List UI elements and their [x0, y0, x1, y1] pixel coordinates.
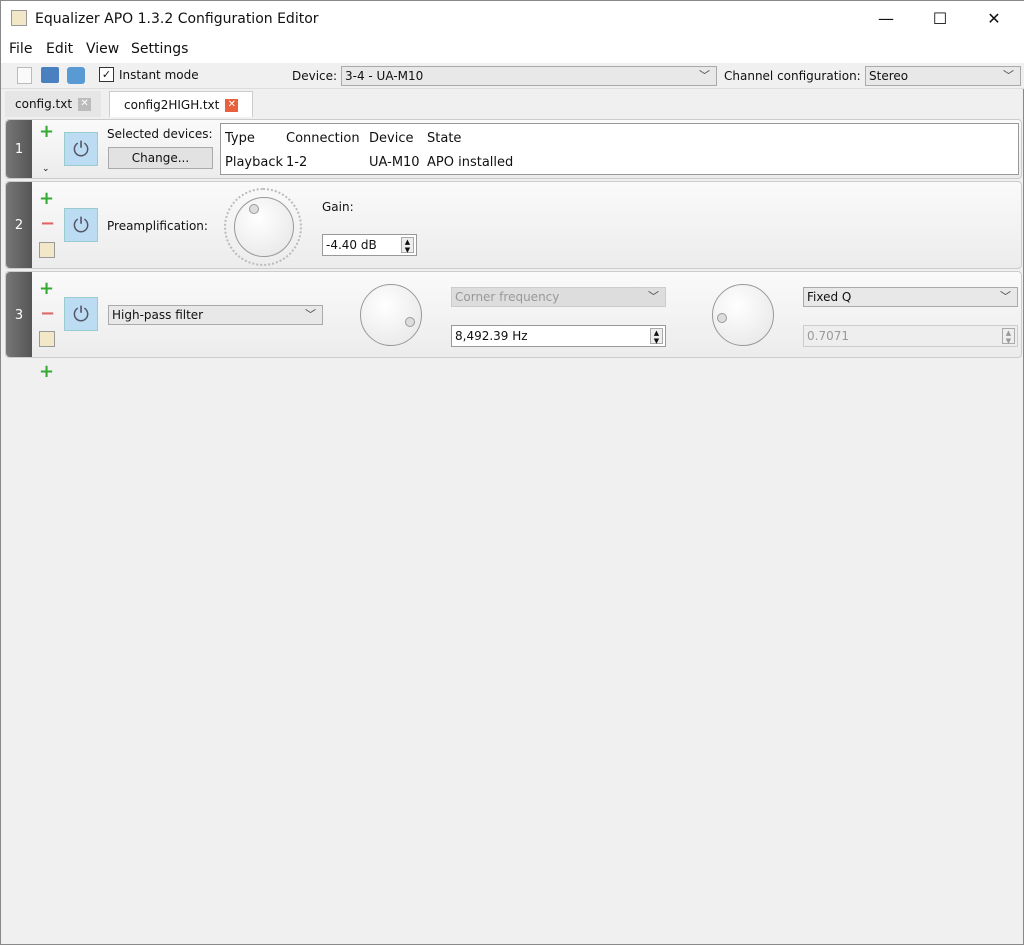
q-value: 0.7071	[807, 329, 849, 343]
menu-settings[interactable]: Settings	[131, 41, 188, 57]
spin-arrows-icon[interactable]: ▲ ▼	[401, 237, 414, 254]
device-table: Type Connection Device State Playback 1-…	[220, 123, 1019, 175]
tab-label: config2HIGH.txt	[124, 98, 220, 112]
col-header-state: State	[427, 131, 462, 146]
preamp-label: Preamplification:	[107, 219, 208, 233]
menu-view[interactable]: View	[86, 41, 119, 57]
frequency-mode-select: Corner frequency ﹀	[451, 287, 666, 307]
maximize-button[interactable]: ☐	[917, 1, 963, 37]
edit-icon[interactable]	[39, 242, 55, 258]
frequency-spinbox[interactable]: 8,492.39 Hz ▲ ▼	[451, 325, 666, 347]
knob-indicator	[717, 313, 727, 323]
add-icon[interactable]: +	[39, 188, 54, 209]
channel-config-value: Stereo	[869, 69, 909, 83]
tab-config[interactable]: config.txt ✕	[5, 91, 102, 117]
menu-file[interactable]: File	[9, 41, 32, 57]
spin-arrows-icon: ▲ ▼	[1002, 328, 1015, 345]
frequency-value: 8,492.39 Hz	[455, 329, 528, 343]
knob-indicator	[405, 317, 415, 327]
gain-spinbox[interactable]: -4.40 dB ▲ ▼	[322, 234, 417, 256]
cell-connection[interactable]: 1-2	[286, 155, 307, 170]
remove-icon[interactable]: −	[40, 303, 55, 324]
col-header-connection: Connection	[286, 131, 360, 146]
cell-type[interactable]: Playback	[225, 155, 283, 170]
col-header-device: Device	[369, 131, 414, 146]
spin-arrows-icon[interactable]: ▲ ▼	[650, 328, 663, 345]
frequency-knob[interactable]	[360, 284, 422, 346]
row-number: 1	[6, 120, 32, 178]
chevron-down-icon: ﹀	[1000, 290, 1011, 303]
expand-icon[interactable]: ⌄	[42, 164, 50, 174]
channel-config-select[interactable]: Stereo ﹀	[865, 66, 1021, 86]
window-title: Equalizer APO 1.3.2 Configuration Editor	[35, 11, 319, 27]
tab-label: config.txt	[15, 97, 73, 111]
change-button[interactable]: Change...	[108, 147, 213, 169]
chevron-down-icon: ﹀	[305, 308, 316, 321]
app-icon	[11, 10, 27, 26]
add-icon[interactable]: +	[39, 121, 54, 142]
frequency-mode-value: Corner frequency	[455, 290, 560, 304]
q-mode-select[interactable]: Fixed Q ﹀	[803, 287, 1018, 307]
gain-knob[interactable]	[234, 197, 294, 257]
remove-icon[interactable]: −	[40, 213, 55, 234]
open-folder-icon[interactable]	[41, 67, 59, 83]
q-spinbox: 0.7071 ▲ ▼	[803, 325, 1018, 347]
q-mode-value: Fixed Q	[807, 290, 852, 304]
knob-indicator	[249, 204, 259, 214]
preamp-panel: 2 + − ⏻ Preamplification: Gain: -4.40 dB…	[5, 181, 1022, 269]
power-toggle[interactable]: ⏻	[64, 132, 98, 166]
menu-edit[interactable]: Edit	[46, 41, 73, 57]
chevron-down-icon: ﹀	[1003, 69, 1014, 82]
cell-state[interactable]: APO installed	[427, 155, 513, 170]
channel-config-label: Channel configuration:	[724, 69, 861, 83]
cell-device[interactable]: UA-M10	[369, 155, 420, 170]
row-number: 3	[6, 272, 32, 357]
instant-mode-checkbox[interactable]: ✓	[99, 67, 114, 82]
close-button[interactable]: ✕	[971, 1, 1017, 37]
device-label: Device:	[292, 69, 338, 83]
close-tab-icon[interactable]: ✕	[78, 98, 92, 111]
filter-type-select[interactable]: High-pass filter ﹀	[108, 305, 323, 325]
new-file-icon[interactable]	[17, 67, 32, 84]
power-toggle[interactable]: ⏻	[64, 208, 98, 242]
title-bar: Equalizer APO 1.3.2 Configuration Editor…	[1, 1, 1024, 37]
col-header-type: Type	[225, 131, 255, 146]
chevron-down-icon: ﹀	[648, 290, 659, 303]
device-select[interactable]: 3-4 - UA-M10 ﹀	[341, 66, 717, 86]
q-knob[interactable]	[712, 284, 774, 346]
save-icon[interactable]	[67, 67, 85, 84]
add-filter-icon[interactable]: +	[39, 361, 54, 382]
filter-panel: 3 + − ⏻ High-pass filter ﹀ Corner frequen…	[5, 271, 1022, 358]
row-number: 2	[6, 182, 32, 268]
filter-type-value: High-pass filter	[112, 308, 204, 322]
instant-mode-label: Instant mode	[119, 68, 199, 82]
minimize-button[interactable]: —	[863, 1, 909, 37]
edit-icon[interactable]	[39, 331, 55, 347]
gain-label: Gain:	[322, 200, 354, 214]
device-panel: 1 + ⌄ ⏻ Selected devices: Change... Type…	[5, 119, 1022, 179]
device-value: 3-4 - UA-M10	[345, 69, 424, 83]
power-toggle[interactable]: ⏻	[64, 297, 98, 331]
tab-config2high[interactable]: config2HIGH.txt ✕	[109, 91, 254, 117]
selected-devices-label: Selected devices:	[107, 127, 213, 141]
close-tab-icon[interactable]: ✕	[225, 99, 239, 112]
gain-value: -4.40 dB	[326, 238, 377, 252]
add-icon[interactable]: +	[39, 278, 54, 299]
chevron-down-icon: ﹀	[699, 69, 710, 82]
